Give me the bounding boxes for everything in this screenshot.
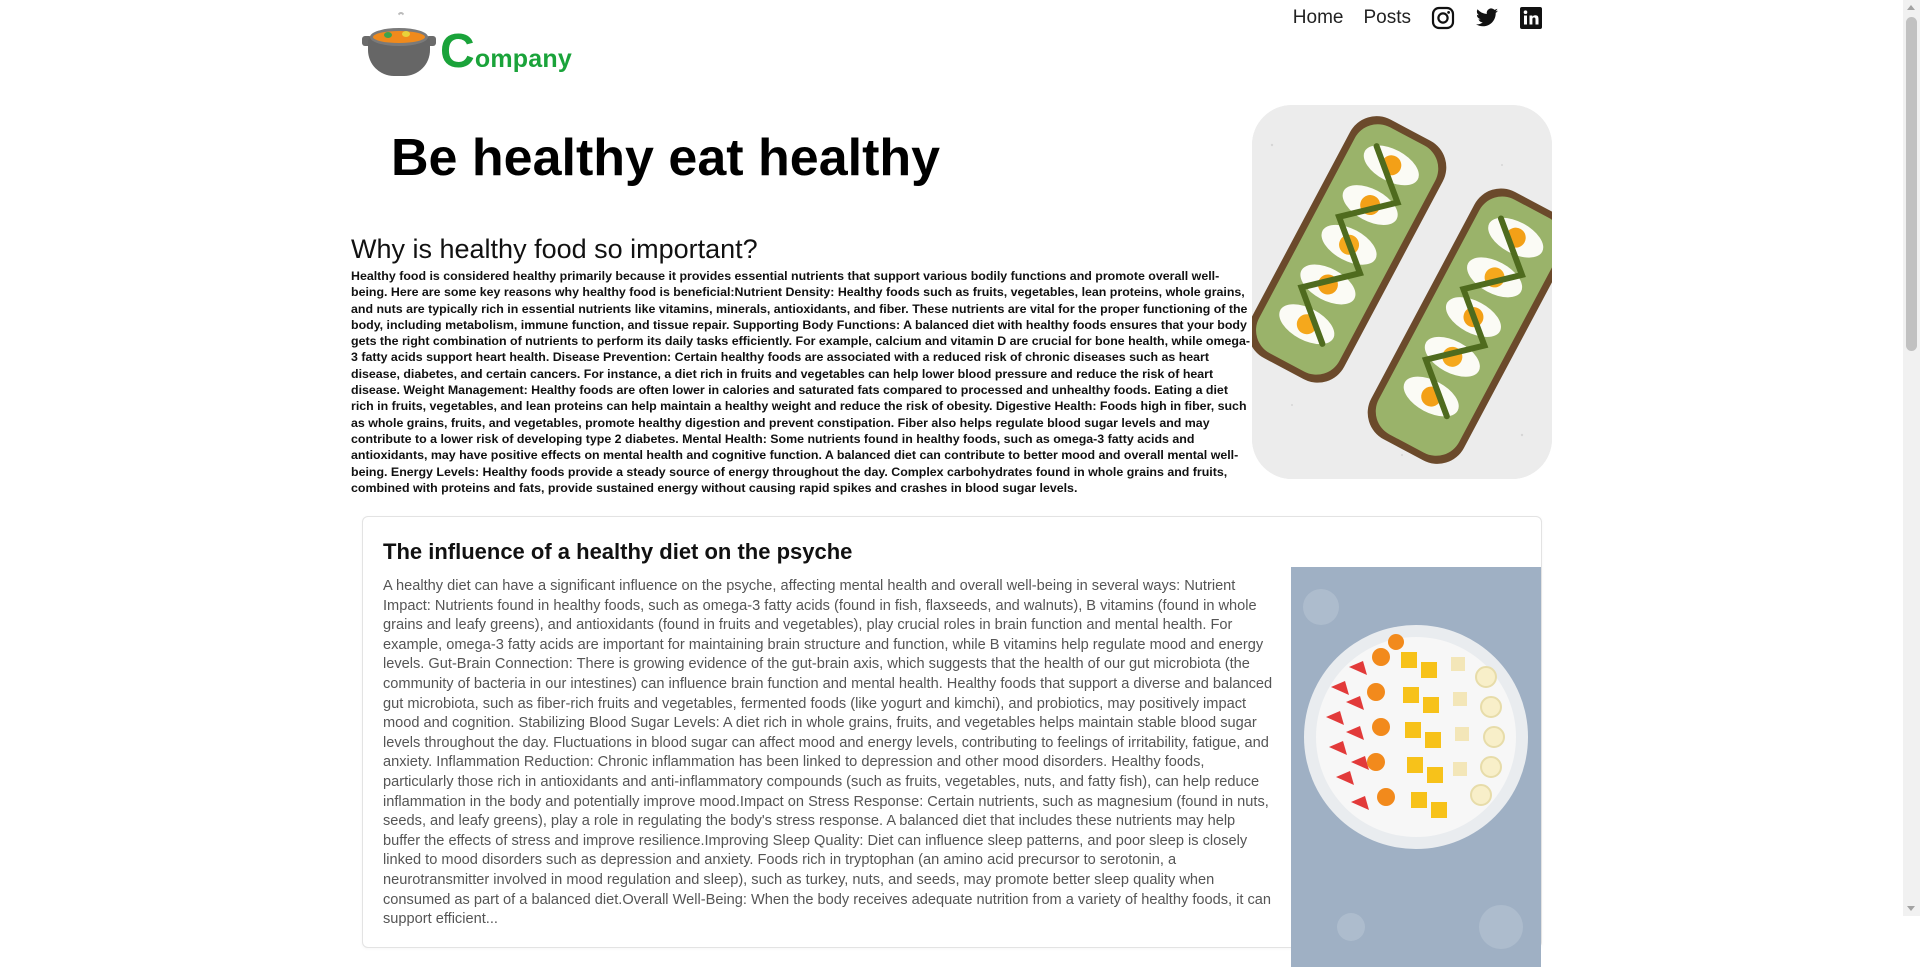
section-subtitle: Why is healthy food so important? [351, 234, 758, 264]
scroll-down-icon[interactable] [1907, 906, 1915, 911]
twitter-icon[interactable] [1475, 6, 1499, 30]
linkedin-icon[interactable] [1519, 6, 1543, 30]
page-title: Be healthy eat healthy [391, 129, 941, 187]
intro-paragraph: Healthy food is considered healthy prima… [351, 269, 1250, 495]
article-card: The influence of a healthy diet on the p… [362, 516, 1542, 967]
nav-home-link[interactable]: Home [1293, 7, 1344, 29]
instagram-icon[interactable] [1431, 6, 1455, 30]
egg-avocado-toast-image [1252, 105, 1552, 479]
company-logo[interactable]: Company [360, 10, 572, 78]
scrollbar-thumb[interactable] [1906, 17, 1917, 351]
vertical-scrollbar[interactable] [1903, 0, 1920, 916]
scroll-up-icon[interactable] [1907, 5, 1915, 10]
fruit-bowl-image [1291, 567, 1541, 967]
nav-posts-link[interactable]: Posts [1363, 7, 1411, 29]
card-title: The influence of a healthy diet on the p… [383, 539, 853, 564]
soup-pot-icon [360, 10, 438, 78]
card-body: A healthy diet can have a significant in… [383, 578, 1273, 928]
brand-name: Company [440, 25, 572, 78]
top-nav: Home Posts [1293, 6, 1543, 30]
